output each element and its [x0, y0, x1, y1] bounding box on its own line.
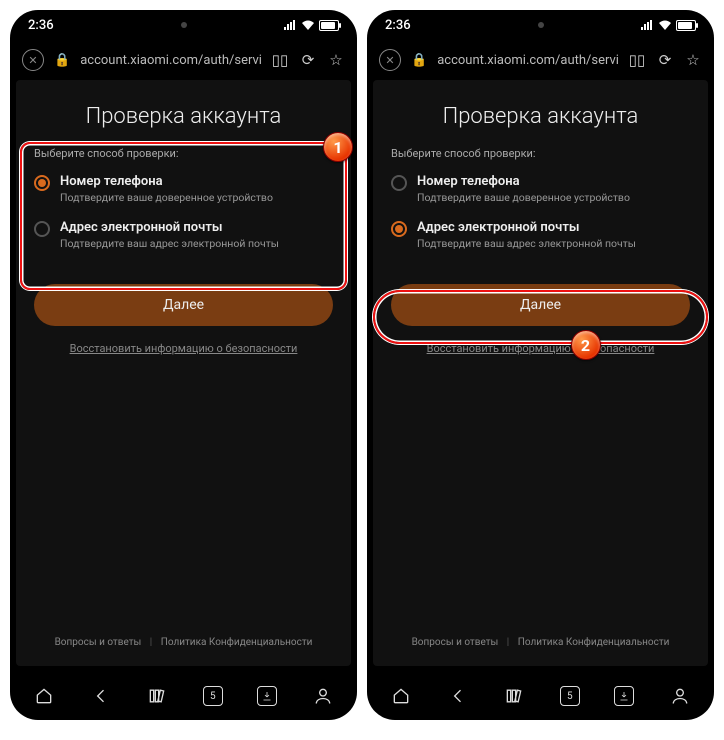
- option-phone-desc: Подтвердите ваше доверенное устройство: [417, 191, 630, 204]
- signal-icon: [283, 19, 297, 31]
- option-phone[interactable]: Номер телефона Подтвердите ваше доверенн…: [34, 174, 333, 204]
- wifi-icon: [658, 19, 672, 31]
- next-button[interactable]: Далее: [34, 284, 333, 326]
- lock-icon[interactable]: 🔒: [411, 53, 427, 68]
- page-title: Проверка аккаунта: [391, 104, 690, 129]
- status-icons: [283, 19, 339, 31]
- tabs-button[interactable]: 5: [560, 686, 580, 706]
- footer-sep: |: [150, 637, 152, 648]
- battery-icon: [676, 20, 696, 31]
- page-content: Проверка аккаунта Выберите способ провер…: [16, 80, 351, 666]
- star-icon[interactable]: ☆: [684, 51, 702, 69]
- page-title: Проверка аккаунта: [34, 104, 333, 129]
- library-icon[interactable]: [503, 685, 525, 707]
- signal-icon: [640, 19, 654, 31]
- radio-email[interactable]: [391, 221, 407, 237]
- footer-sep: |: [507, 637, 509, 648]
- privacy-link[interactable]: Политика Конфиденциальности: [518, 637, 670, 648]
- option-email[interactable]: Адрес электронной почты Подтвердите ваш …: [34, 220, 333, 250]
- status-icons: [640, 19, 696, 31]
- lock-icon[interactable]: 🔒: [54, 53, 70, 68]
- next-button[interactable]: Далее: [391, 284, 690, 326]
- home-icon[interactable]: [33, 685, 55, 707]
- phone-left: 2:36 ✕ 🔒 account.xiaomi.com/auth/servi ▯…: [10, 10, 357, 720]
- camera-dot: [181, 22, 187, 28]
- home-icon[interactable]: [390, 685, 412, 707]
- shield-icon[interactable]: ✕: [379, 49, 401, 71]
- star-icon[interactable]: ☆: [327, 51, 345, 69]
- phone-right: 2:36 ✕ 🔒 account.xiaomi.com/auth/servi ▯…: [367, 10, 714, 720]
- shield-icon[interactable]: ✕: [22, 49, 44, 71]
- library-icon[interactable]: [146, 685, 168, 707]
- profile-icon[interactable]: [312, 685, 334, 707]
- camera-dot: [538, 22, 544, 28]
- downloads-button[interactable]: [614, 686, 634, 706]
- option-phone-desc: Подтвердите ваше доверенное устройство: [60, 191, 273, 204]
- browser-url-bar: ✕ 🔒 account.xiaomi.com/auth/servi ▯▯ ⟳ ☆: [10, 40, 357, 80]
- page-subtitle: Выберите способ проверки:: [34, 147, 333, 160]
- battery-icon: [319, 20, 339, 31]
- footer-links: Вопросы и ответы | Политика Конфиденциал…: [391, 637, 690, 654]
- faq-link[interactable]: Вопросы и ответы: [55, 637, 142, 648]
- page-content: Проверка аккаунта Выберите способ провер…: [373, 80, 708, 666]
- radio-email[interactable]: [34, 221, 50, 237]
- reader-icon[interactable]: ▯▯: [628, 51, 646, 69]
- option-email-desc: Подтвердите ваш адрес электронной почты: [417, 237, 636, 250]
- option-email-desc: Подтвердите ваш адрес электронной почты: [60, 237, 279, 250]
- downloads-button[interactable]: [257, 686, 277, 706]
- option-email-label: Адрес электронной почты: [60, 220, 279, 235]
- url-text[interactable]: account.xiaomi.com/auth/servi: [437, 53, 618, 68]
- option-phone[interactable]: Номер телефона Подтвердите ваше доверенн…: [391, 174, 690, 204]
- callout-box-1: [20, 142, 347, 290]
- wifi-icon: [301, 19, 315, 31]
- reload-icon[interactable]: ⟳: [299, 51, 317, 69]
- back-icon[interactable]: [447, 685, 469, 707]
- option-phone-label: Номер телефона: [60, 174, 273, 189]
- privacy-link[interactable]: Политика Конфиденциальности: [161, 637, 313, 648]
- url-text[interactable]: account.xiaomi.com/auth/servi: [80, 53, 261, 68]
- bottom-nav: 5: [10, 672, 357, 720]
- radio-phone[interactable]: [34, 175, 50, 191]
- reload-icon[interactable]: ⟳: [656, 51, 674, 69]
- option-email-label: Адрес электронной почты: [417, 220, 636, 235]
- status-time: 2:36: [385, 18, 411, 33]
- radio-phone[interactable]: [391, 175, 407, 191]
- recover-link[interactable]: Восстановить информацию о безопасности: [34, 342, 333, 355]
- reader-icon[interactable]: ▯▯: [271, 51, 289, 69]
- tabs-button[interactable]: 5: [203, 686, 223, 706]
- back-icon[interactable]: [90, 685, 112, 707]
- recover-link[interactable]: Восстановить информацию о безопасности: [391, 342, 690, 355]
- status-time: 2:36: [28, 18, 54, 33]
- footer-links: Вопросы и ответы | Политика Конфиденциал…: [34, 637, 333, 654]
- profile-icon[interactable]: [669, 685, 691, 707]
- option-email[interactable]: Адрес электронной почты Подтвердите ваш …: [391, 220, 690, 250]
- bottom-nav: 5: [367, 672, 714, 720]
- page-subtitle: Выберите способ проверки:: [391, 147, 690, 160]
- option-phone-label: Номер телефона: [417, 174, 630, 189]
- browser-url-bar: ✕ 🔒 account.xiaomi.com/auth/servi ▯▯ ⟳ ☆: [367, 40, 714, 80]
- faq-link[interactable]: Вопросы и ответы: [412, 637, 499, 648]
